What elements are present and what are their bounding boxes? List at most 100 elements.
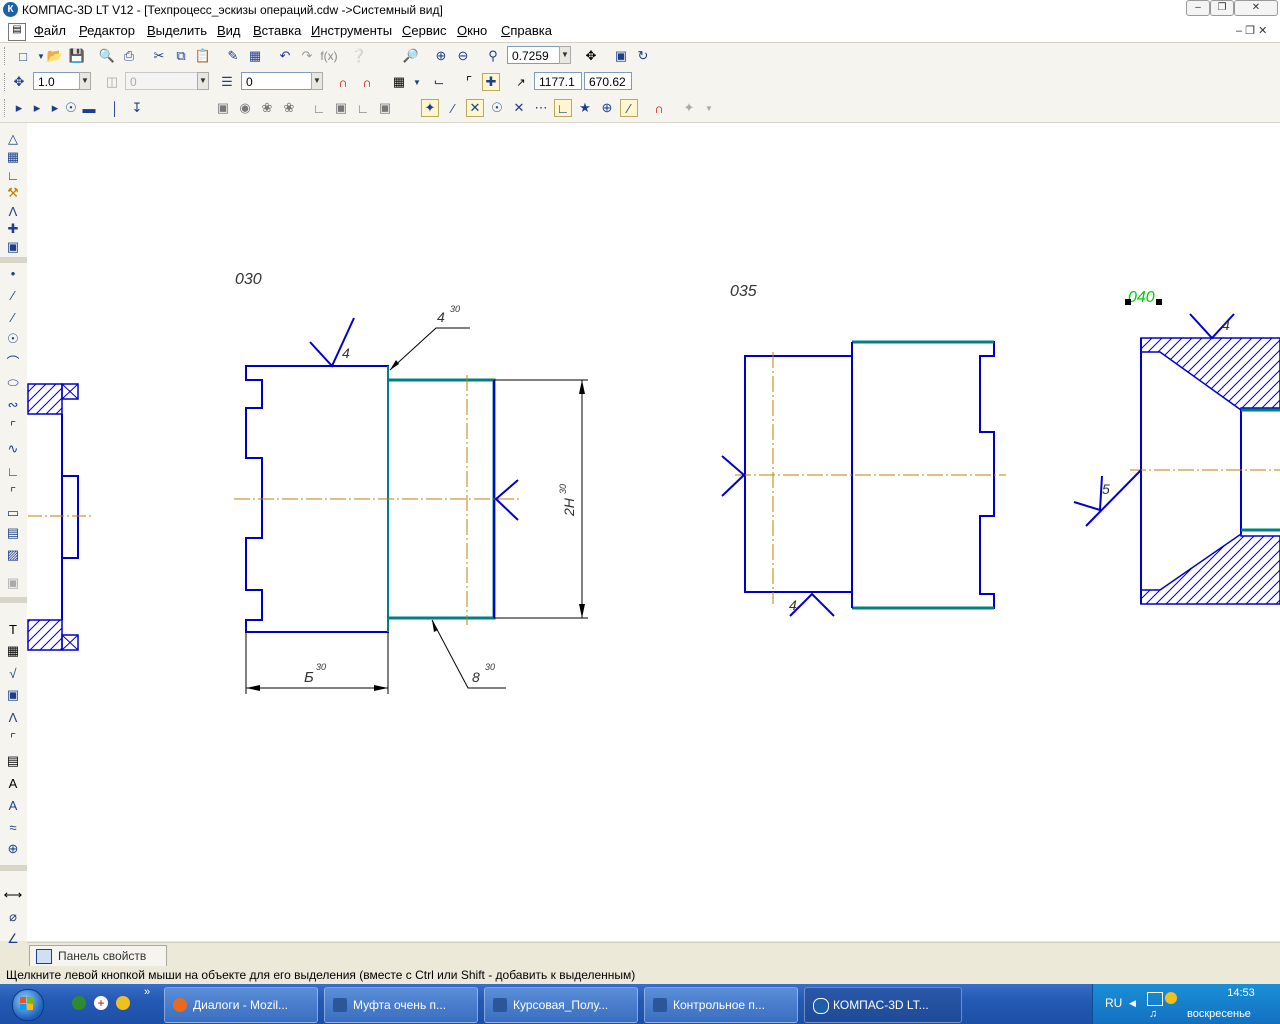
linear-dimension-icon[interactable]: ⟷ xyxy=(3,885,23,905)
spline-icon[interactable]: ∿ xyxy=(3,439,23,459)
show-all-icon[interactable]: ▣ xyxy=(612,47,630,65)
tool-b-icon[interactable]: ◉ xyxy=(236,99,254,117)
circle-icon[interactable]: ☉ xyxy=(3,329,23,349)
dim-b-value[interactable]: Б xyxy=(304,669,314,686)
tool-f-icon[interactable]: ▣ xyxy=(332,99,350,117)
quicklaunch-utorrent-icon[interactable] xyxy=(72,996,86,1010)
zoom-window-icon[interactable]: 🔎 xyxy=(402,47,420,65)
taskbar-item[interactable]: Контрольное п... xyxy=(644,987,798,1023)
language-indicator[interactable]: RU xyxy=(1105,996,1122,1010)
geometry-panel-icon[interactable]: △ xyxy=(3,129,23,149)
mdi-controls[interactable]: – ❐ ✕ xyxy=(1236,24,1267,37)
dim-2h-tolerance[interactable]: 30 xyxy=(558,484,568,494)
menu-insert[interactable]: Вставка xyxy=(253,23,301,38)
snap-tangent-icon[interactable]: ☉ xyxy=(488,99,506,117)
drawing-canvas[interactable]: 030 4 4 30 2H 30 Б 30 8 30 035 4 040 4 5 xyxy=(27,123,1280,941)
layer-view-icon[interactable]: ▸ xyxy=(28,99,46,117)
view-arrow-icon[interactable]: A xyxy=(3,795,23,815)
select-panel-icon[interactable]: ▣ xyxy=(3,237,23,257)
angular-dimension-icon[interactable]: ∠ xyxy=(3,929,23,949)
dim-4-value[interactable]: 4 xyxy=(437,309,445,325)
fillet-icon[interactable]: ⌜ xyxy=(3,483,23,503)
taskbar-item[interactable]: Курсовая_Полу... xyxy=(484,987,638,1023)
base-icon[interactable]: ▣ xyxy=(3,685,23,705)
roughness-value[interactable]: 5 xyxy=(1102,481,1110,497)
base-mark[interactable] xyxy=(721,455,746,497)
quicklaunch-plus-icon[interactable]: + xyxy=(94,996,108,1010)
menu-editor[interactable]: Редактор xyxy=(79,23,135,38)
snap-normal-icon[interactable]: ✕ xyxy=(510,99,528,117)
cut-icon[interactable]: ✂ xyxy=(150,47,168,65)
menu-view[interactable]: Вид xyxy=(217,23,241,38)
fill-icon[interactable]: ▨ xyxy=(3,545,23,565)
roughness-value[interactable]: 4 xyxy=(342,345,350,361)
cursor-step-icon[interactable]: ✥ xyxy=(10,73,28,91)
zoom-dropdown[interactable]: ▼ xyxy=(559,46,571,64)
editing-panel-icon[interactable]: ⚒ xyxy=(3,183,23,203)
toolbar-grip[interactable] xyxy=(4,73,8,91)
roughness-value[interactable]: 4 xyxy=(1222,317,1230,333)
vertical-line-icon[interactable]: │ xyxy=(106,99,124,117)
clock-day[interactable]: воскресенье xyxy=(1187,1008,1251,1020)
menu-select[interactable]: Выделить xyxy=(147,23,207,38)
save-icon[interactable]: 💾 xyxy=(68,47,86,65)
wave-line-icon[interactable]: ≈ xyxy=(3,817,23,837)
segment-icon[interactable]: ∕ xyxy=(3,307,23,327)
print-preview-icon[interactable]: 🔍 xyxy=(98,47,116,65)
tool-g-icon[interactable]: ∟ xyxy=(354,99,372,117)
circle-target-icon[interactable]: ☉ xyxy=(62,99,80,117)
arc-icon[interactable]: ⌒ xyxy=(3,351,23,371)
menu-file[interactable]: Файл xyxy=(34,23,66,38)
center-mark-icon[interactable]: ⊕ xyxy=(3,839,23,859)
partial-part-left[interactable] xyxy=(27,383,92,651)
maximize-button[interactable]: ❐ xyxy=(1210,0,1234,16)
snap-point-icon[interactable]: ★ xyxy=(576,99,594,117)
rectangle-icon[interactable]: ▭ xyxy=(3,503,23,523)
selection-handle[interactable] xyxy=(1156,299,1162,305)
selection-handle[interactable] xyxy=(1125,299,1131,305)
snap-intersection-icon[interactable]: ✕ xyxy=(466,99,484,117)
leader-icon[interactable]: Λ xyxy=(3,707,23,727)
tool-h-icon[interactable]: ▣ xyxy=(376,99,394,117)
local-cs-icon[interactable]: ⌙ xyxy=(430,73,448,91)
measure-panel-icon[interactable]: ✚ xyxy=(3,219,23,239)
taskbar-item[interactable]: Муфта очень п... xyxy=(324,987,478,1023)
close-button[interactable]: ✕ xyxy=(1234,0,1278,16)
part-op035[interactable] xyxy=(735,340,1006,610)
step-dropdown[interactable]: ▼ xyxy=(79,72,91,90)
snap-extra-icon[interactable]: ✦ xyxy=(680,99,698,117)
snap-grid-icon[interactable]: ⋯ xyxy=(532,99,550,117)
auxiliary-line-icon[interactable]: ∕ xyxy=(3,285,23,305)
diameter-dimension-icon[interactable]: ⌀ xyxy=(3,907,23,927)
round-icon[interactable]: ✚ xyxy=(482,73,500,91)
volume-icon[interactable]: ♫ xyxy=(1149,1008,1157,1020)
zoom-input[interactable]: 0.7259 xyxy=(507,46,565,64)
redo-icon[interactable]: ↷ xyxy=(298,47,316,65)
ortho-icon[interactable]: ⌜ xyxy=(460,73,478,91)
document-icon[interactable]: ▤ xyxy=(8,23,26,41)
cut-line-icon[interactable]: A xyxy=(3,773,23,793)
tray-expand-icon[interactable]: ◀ xyxy=(1129,998,1136,1009)
dim-b-tolerance[interactable]: 30 xyxy=(316,662,326,672)
local-snap-icon[interactable]: ∩ xyxy=(358,73,376,91)
curve-icon[interactable]: ∾ xyxy=(3,395,23,415)
clock-time[interactable]: 14:53 xyxy=(1211,987,1271,999)
dim-4-tolerance[interactable]: 30 xyxy=(450,304,460,314)
print-icon[interactable]: ⎙ xyxy=(120,47,138,65)
snap-middle-icon[interactable]: ∕ xyxy=(620,99,638,117)
roughness-icon[interactable]: √ xyxy=(3,663,23,683)
hatch-icon[interactable]: ▤ xyxy=(3,523,23,543)
leader-4-30[interactable] xyxy=(389,327,470,371)
tool-c-icon[interactable]: ❀ xyxy=(258,99,276,117)
undo-icon[interactable]: ↶ xyxy=(276,47,294,65)
polyline-icon[interactable]: ⌜ xyxy=(3,417,23,437)
form-tolerance-icon[interactable]: ▤ xyxy=(3,751,23,771)
roughness-mark[interactable] xyxy=(1073,469,1142,527)
menu-help[interactable]: Справка xyxy=(501,23,552,38)
format-painter-icon[interactable]: ✎ xyxy=(224,47,242,65)
dimensions-panel-icon[interactable]: ▦ xyxy=(3,147,23,167)
table-icon[interactable]: ▦ xyxy=(3,641,23,661)
view-icon[interactable]: ▸ xyxy=(10,99,28,117)
snap-magnet-icon[interactable]: ∩ xyxy=(334,73,352,91)
text-icon[interactable]: T xyxy=(3,619,23,639)
